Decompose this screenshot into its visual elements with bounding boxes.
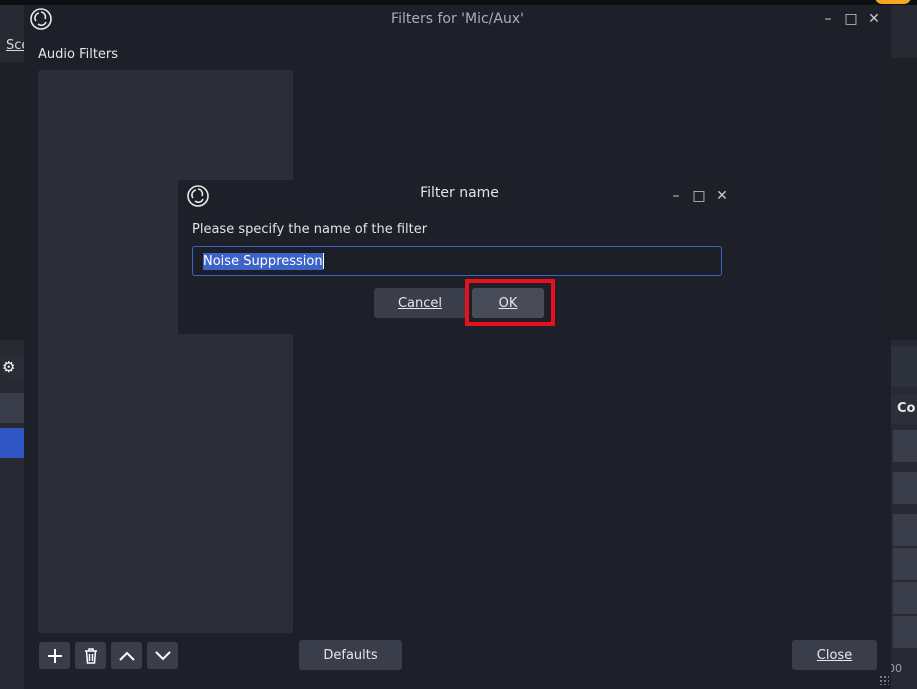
chevron-up-icon (118, 651, 135, 661)
text-caret (322, 253, 324, 269)
audio-filters-label: Audio Filters (38, 47, 119, 62)
defaults-button[interactable]: Defaults (299, 640, 402, 670)
remove-filter-button[interactable] (75, 642, 106, 669)
resize-grip-icon[interactable] (879, 675, 889, 685)
minimize-icon[interactable]: – (820, 11, 836, 27)
filters-window: Filters for 'Mic/Aux' – □ ✕ Audio Filter… (24, 5, 891, 689)
filter-name-dialog: Filter name – □ ✕ Please specify the nam… (177, 180, 741, 334)
cancel-button[interactable]: Cancel (374, 288, 466, 318)
notification-badge (875, 0, 911, 4)
close-button[interactable]: Close (792, 640, 877, 670)
controls-button[interactable] (893, 514, 917, 546)
move-up-button[interactable] (111, 642, 142, 669)
filters-window-titlebar: Filters for 'Mic/Aux' – □ ✕ (24, 5, 891, 35)
minimize-icon[interactable]: – (668, 188, 684, 204)
scene-list-item[interactable] (0, 393, 24, 423)
scene-list-item-selected[interactable] (0, 428, 24, 458)
controls-button[interactable] (893, 582, 917, 614)
move-down-button[interactable] (147, 642, 178, 669)
trash-icon (84, 647, 97, 664)
controls-button[interactable] (893, 430, 917, 462)
add-filter-button[interactable] (39, 642, 70, 669)
controls-button[interactable] (893, 548, 917, 580)
dock-tab[interactable] (891, 347, 917, 387)
chevron-down-icon (154, 650, 171, 660)
preview-panel (891, 58, 917, 340)
selected-text: Noise Suppression (203, 252, 323, 270)
maximize-icon[interactable]: □ (691, 188, 707, 204)
filter-name-input[interactable]: Noise Suppression (192, 246, 722, 276)
plus-icon (47, 648, 62, 663)
gear-icon[interactable]: ⚙ (2, 356, 24, 378)
close-icon[interactable]: ✕ (714, 188, 730, 204)
ok-highlight-annotation (465, 279, 555, 326)
controls-dock-header: Co (891, 394, 917, 424)
scenes-panel (0, 62, 24, 340)
dialog-title: Filter name (420, 185, 499, 201)
controls-button[interactable] (893, 616, 917, 648)
window-title: Filters for 'Mic/Aux' (391, 11, 524, 27)
controls-button[interactable] (893, 472, 917, 504)
filter-name-prompt: Please specify the name of the filter (192, 222, 428, 237)
audio-filter-list[interactable] (38, 70, 293, 633)
close-icon[interactable]: ✕ (866, 11, 882, 27)
maximize-icon[interactable]: □ (843, 11, 859, 27)
